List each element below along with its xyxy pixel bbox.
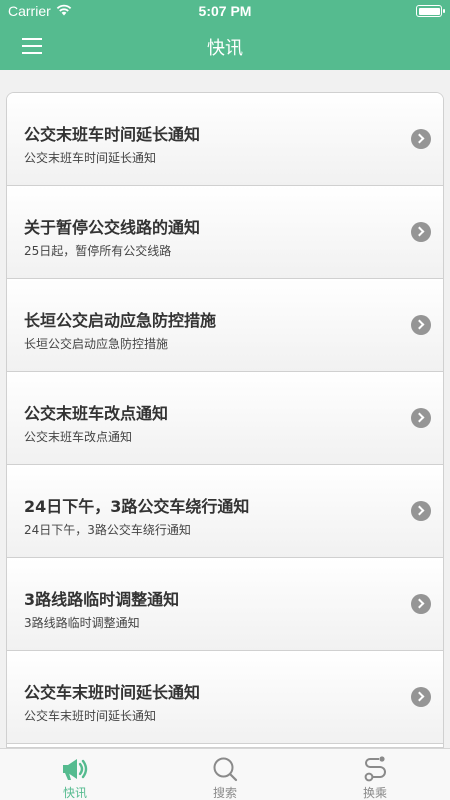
news-subtitle: 公交末班车改点通知 [24,430,133,444]
chevron-right-icon[interactable] [411,222,431,242]
news-title: 公交末班车时间延长通知 [24,125,201,144]
header: Carrier 5:07 PM 快讯 [0,0,450,70]
news-subtitle: 3路线路临时调整通知 [24,616,140,630]
tab-transfer-label: 换乘 [362,786,387,800]
transfer-route-icon [364,756,386,782]
news-title: 长垣公交启动应急防控措施 [24,311,217,330]
news-list: 公交末班车时间延长通知 公交末班车时间延长通知 关于暂停公交线路的通知 25日起… [6,92,444,748]
tab-news-label: 快讯 [62,786,87,800]
news-subtitle: 25日起，暂停所有公交线路 [24,244,172,258]
list-item[interactable]: 24日下午，3路公交车绕行通知 24日下午，3路公交车绕行通知 [7,465,443,558]
news-title: 24日下午，3路公交车绕行通知 [24,497,250,516]
news-subtitle: 24日下午，3路公交车绕行通知 [24,523,191,537]
tab-bar: 快讯 搜索 换乘 [0,748,450,800]
news-subtitle: 长垣公交启动应急防控措施 [24,337,169,351]
page-title: 快讯 [207,38,243,59]
news-title: 关于暂停公交线路的通知 [24,218,201,237]
news-title: 3路线路临时调整通知 [24,590,180,609]
news-subtitle: 公交末班车时间延长通知 [24,151,157,165]
list-item[interactable]: 关于暂停公交线路的通知 25日起，暂停所有公交线路 [7,186,443,279]
chevron-right-icon[interactable] [411,594,431,614]
news-title: 公交车末班时间延长通知 [24,683,201,702]
list-item[interactable]: 长垣公交启动应急防控措施 长垣公交启动应急防控措施 [7,279,443,372]
news-subtitle: 公交车末班时间延长通知 [24,709,157,723]
megaphone-icon [63,759,88,780]
status-bar: Carrier 5:07 PM [0,0,450,22]
status-time: 5:07 PM [198,3,252,19]
chevron-right-icon[interactable] [411,129,431,149]
list-item[interactable]: 公交车末班时间延长通知 公交车末班时间延长通知 [7,651,443,744]
search-icon [213,757,238,782]
list-item[interactable]: 公交末班车时间延长通知 公交末班车时间延长通知 [7,93,443,186]
nav-bar: 快讯 [0,22,450,70]
tab-search-label: 搜索 [212,786,237,800]
battery-icon [416,5,445,17]
news-title: 公交末班车改点通知 [24,404,169,423]
chevron-right-icon[interactable] [411,315,431,335]
tab-news[interactable]: 快讯 [0,749,150,800]
list-item[interactable]: 公交末班车改点通知 公交末班车改点通知 [7,372,443,465]
list-item[interactable]: 3路线路临时调整通知 3路线路临时调整通知 [7,558,443,651]
chevron-right-icon[interactable] [411,408,431,428]
chevron-right-icon[interactable] [411,501,431,521]
chevron-right-icon[interactable] [411,687,431,707]
tab-search[interactable]: 搜索 [150,749,300,800]
tab-transfer[interactable]: 换乘 [300,749,450,800]
